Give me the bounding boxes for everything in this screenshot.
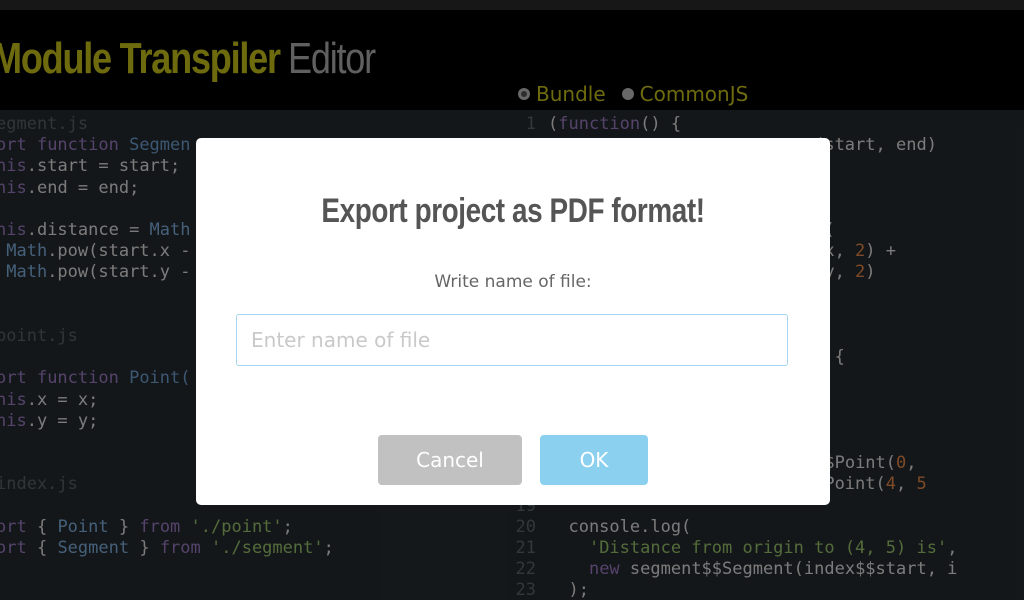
ok-button[interactable]: OK — [540, 435, 648, 485]
dialog-prompt: Write name of file: — [434, 272, 592, 292]
cancel-button[interactable]: Cancel — [378, 435, 522, 485]
file-name-input[interactable] — [236, 314, 788, 366]
dialog-title: Export project as PDF format! — [321, 192, 705, 230]
export-dialog: Export project as PDF format! Write name… — [196, 138, 830, 505]
